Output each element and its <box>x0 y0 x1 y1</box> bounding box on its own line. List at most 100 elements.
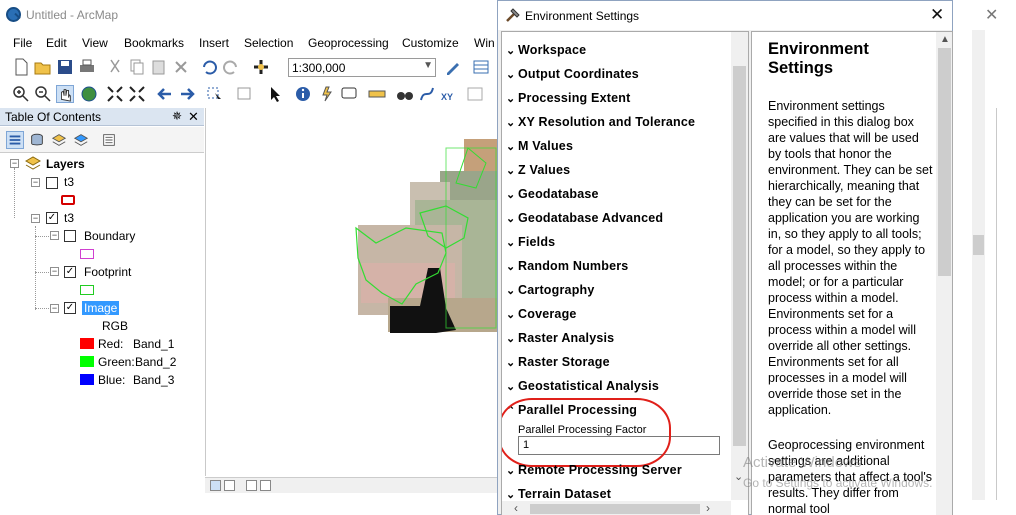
menu-selection[interactable]: Selection <box>244 36 293 50</box>
settings-list-scrollbar[interactable]: ⌄ <box>731 32 748 500</box>
pause-drawing-icon[interactable] <box>260 480 271 491</box>
list-by-selection-icon[interactable] <box>72 131 90 149</box>
select-features-icon[interactable] <box>206 85 224 103</box>
footprint-checkbox[interactable]: ✓ <box>64 266 76 278</box>
section-random-numbers[interactable]: ⌄ Random Numbers <box>506 259 628 273</box>
collapse-t3-toggle[interactable]: − <box>31 178 40 187</box>
menu-geoprocessing[interactable]: Geoprocessing <box>308 36 389 50</box>
section-remote-processing-server[interactable]: ⌄ Remote Processing Server <box>506 463 682 477</box>
save-icon[interactable] <box>56 58 74 76</box>
refresh-icon[interactable] <box>246 480 257 491</box>
blue-band-swatch[interactable] <box>80 374 94 385</box>
settings-list-scroll-thumb[interactable] <box>733 66 746 446</box>
fixed-zoom-in-icon[interactable] <box>106 85 124 103</box>
map-scale-combobox[interactable]: 1:300,000 ▼ <box>288 58 436 77</box>
boundary-label[interactable]: Boundary <box>84 229 135 243</box>
select-elements-icon[interactable] <box>266 85 284 103</box>
scroll-down-arrow-icon[interactable]: ⌄ <box>734 470 743 483</box>
arcmap-close-icon[interactable]: ✕ <box>985 5 998 25</box>
menu-edit[interactable]: Edit <box>46 36 67 50</box>
help-scroll-thumb[interactable] <box>938 48 951 276</box>
forward-arrow-icon[interactable] <box>178 85 196 103</box>
boundary-checkbox[interactable] <box>64 230 76 242</box>
copy-icon[interactable] <box>128 58 146 76</box>
section-terrain-dataset[interactable]: ⌄ Terrain Dataset <box>506 487 611 501</box>
help-scrollbar[interactable]: ▲ <box>936 32 952 515</box>
background-scroll-thumb[interactable] <box>973 235 984 255</box>
list-by-drawing-order-icon[interactable] <box>6 131 24 149</box>
undo-icon[interactable] <box>200 58 218 76</box>
green-band-swatch[interactable] <box>80 356 94 367</box>
t3-symbol-swatch[interactable] <box>61 195 75 205</box>
section-m-values[interactable]: ⌄ M Values <box>506 139 573 153</box>
menu-file[interactable]: File <box>13 36 32 50</box>
layout-view-icon[interactable] <box>224 480 235 491</box>
go-to-xy-icon[interactable]: XY <box>440 85 458 103</box>
menu-view[interactable]: View <box>82 36 108 50</box>
section-fields[interactable]: ⌄ Fields <box>506 235 555 249</box>
section-cartography[interactable]: ⌄ Cartography <box>506 283 595 297</box>
scroll-left-arrow-icon[interactable]: ‹ <box>514 501 518 515</box>
layer-t3-checkbox[interactable] <box>46 177 58 189</box>
measure-icon[interactable] <box>368 85 386 103</box>
image-checkbox[interactable]: ✓ <box>64 302 76 314</box>
footprint-label[interactable]: Footprint <box>84 265 131 279</box>
collapse-layers-toggle[interactable]: − <box>10 159 19 168</box>
find-route-icon[interactable] <box>418 85 436 103</box>
section-geodatabase-advanced[interactable]: ⌄ Geodatabase Advanced <box>506 211 663 225</box>
menu-insert[interactable]: Insert <box>199 36 229 50</box>
section-coverage[interactable]: ⌄ Coverage <box>506 307 577 321</box>
scroll-right-arrow-icon[interactable]: › <box>706 501 710 515</box>
fixed-zoom-out-icon[interactable] <box>128 85 146 103</box>
find-binoculars-icon[interactable] <box>396 85 414 103</box>
section-geodatabase[interactable]: ⌄ Geodatabase <box>506 187 599 201</box>
footprint-symbol-swatch[interactable] <box>80 285 94 295</box>
section-output-coordinates[interactable]: ⌄ Output Coordinates <box>506 67 639 81</box>
zoom-out-icon[interactable] <box>34 85 52 103</box>
redo-icon[interactable] <box>222 58 240 76</box>
full-extent-globe-icon[interactable] <box>80 85 98 103</box>
section-raster-storage[interactable]: ⌄ Raster Storage <box>506 355 610 369</box>
add-data-icon[interactable] <box>252 58 270 76</box>
section-workspace[interactable]: ⌄ Workspace <box>506 43 586 57</box>
map-canvas[interactable] <box>205 108 500 476</box>
dialog-close-button[interactable]: ✕ <box>930 5 944 25</box>
html-popup-icon[interactable] <box>340 85 358 103</box>
section-geostatistical-analysis[interactable]: ⌄ Geostatistical Analysis <box>506 379 659 393</box>
boundary-symbol-swatch[interactable] <box>80 249 94 259</box>
map-imagery[interactable] <box>206 108 500 476</box>
settings-list-hscroll-thumb[interactable] <box>530 504 700 514</box>
editor-icon[interactable] <box>444 58 462 76</box>
collapse-footprint-toggle[interactable]: − <box>50 267 59 276</box>
hyperlink-icon[interactable] <box>318 85 336 103</box>
list-by-visibility-icon[interactable] <box>50 131 68 149</box>
section-parallel-processing[interactable]: ⌃ Parallel Processing <box>506 403 637 417</box>
open-folder-icon[interactable] <box>34 58 52 76</box>
list-by-source-icon[interactable] <box>28 131 46 149</box>
section-processing-extent[interactable]: ⌄ Processing Extent <box>506 91 630 105</box>
image-label[interactable]: Image <box>82 301 120 315</box>
identify-icon[interactable] <box>294 85 312 103</box>
toc-close-icon[interactable]: ✕ <box>188 109 199 125</box>
toc-options-icon[interactable] <box>100 131 118 149</box>
table-window-icon[interactable] <box>472 58 490 76</box>
background-scrollbar[interactable] <box>972 30 985 500</box>
layer-t3-group-label[interactable]: t3 <box>64 211 74 225</box>
pin-icon[interactable]: ✵ <box>172 109 182 123</box>
clear-selection-icon[interactable] <box>236 85 254 103</box>
collapse-image-toggle[interactable]: − <box>50 304 59 313</box>
pan-hand-icon[interactable] <box>56 85 74 103</box>
delete-icon[interactable] <box>172 58 190 76</box>
section-raster-analysis[interactable]: ⌄ Raster Analysis <box>506 331 614 345</box>
layer-t3-group-checkbox[interactable]: ✓ <box>46 212 58 224</box>
section-xy-resolution[interactable]: ⌄ XY Resolution and Tolerance <box>506 115 695 129</box>
zoom-in-icon[interactable] <box>12 85 30 103</box>
scroll-up-arrow-icon[interactable]: ▲ <box>940 34 950 45</box>
print-icon[interactable] <box>78 58 96 76</box>
new-document-icon[interactable] <box>12 58 30 76</box>
menu-bookmarks[interactable]: Bookmarks <box>124 36 184 50</box>
time-slider-icon[interactable] <box>466 85 484 103</box>
parallel-processing-factor-input[interactable]: 1 <box>518 436 720 455</box>
section-z-values[interactable]: ⌄ Z Values <box>506 163 570 177</box>
layer-t3-label[interactable]: t3 <box>64 175 74 189</box>
